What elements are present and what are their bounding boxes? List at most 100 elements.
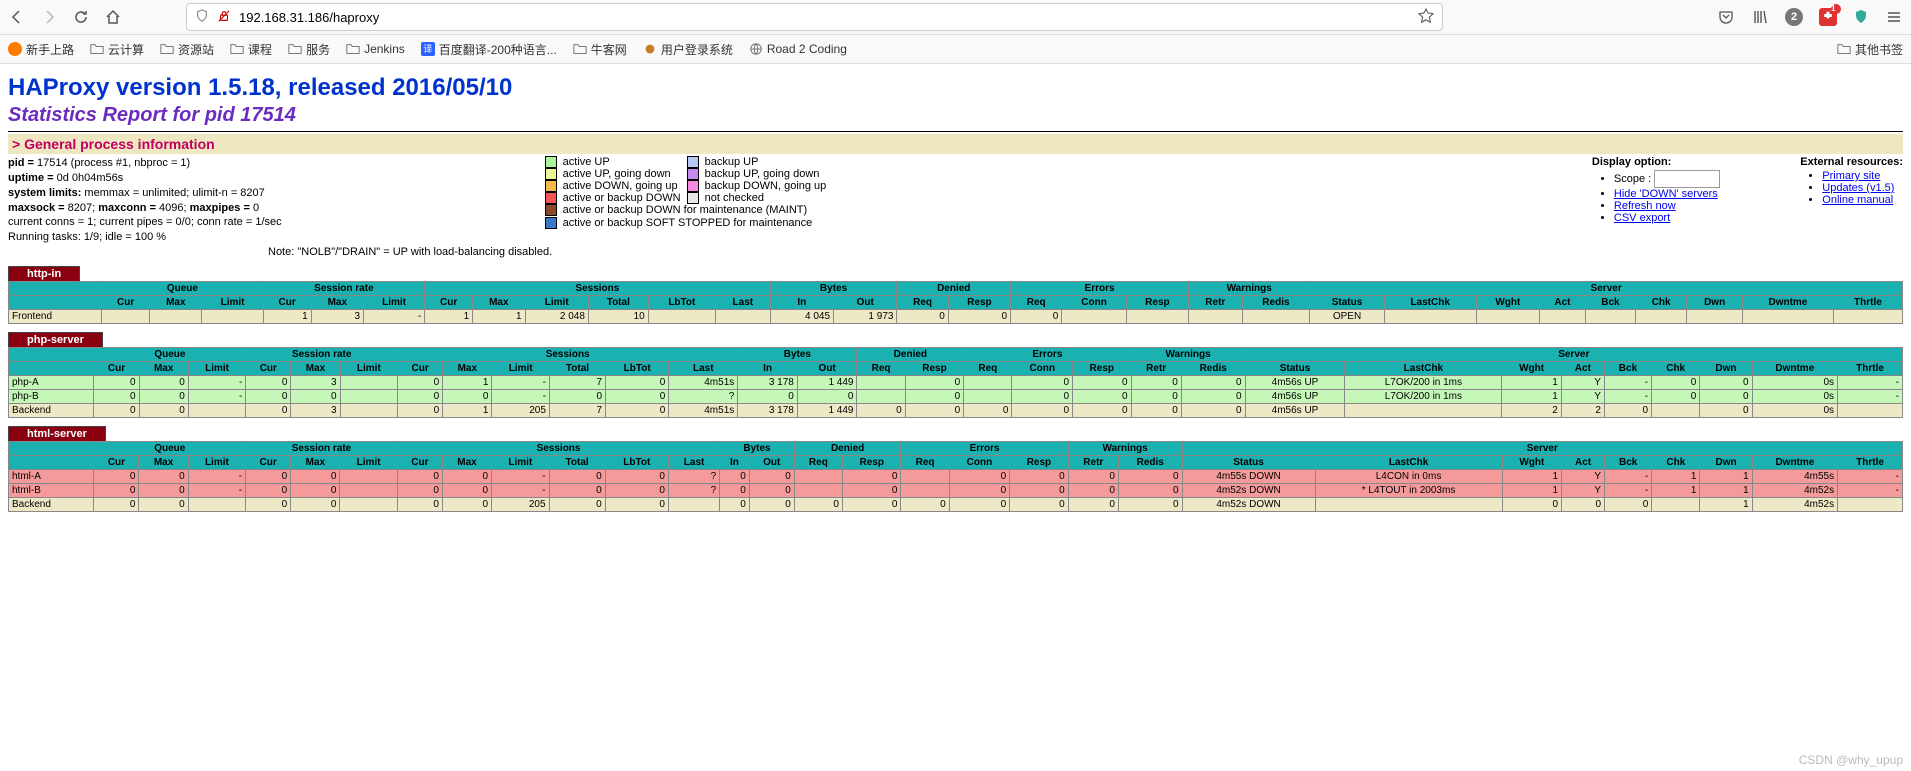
bookmark-7[interactable]: 牛客网	[573, 41, 627, 58]
col-header: Limit	[492, 362, 549, 376]
bookmark-5[interactable]: Jenkins	[346, 42, 405, 56]
cell	[1476, 310, 1539, 324]
col-header: Cur	[397, 456, 442, 470]
cell: 0	[291, 470, 340, 484]
cell: 1	[1502, 484, 1562, 498]
cell: 0	[94, 376, 139, 390]
link-csv[interactable]: CSV export	[1614, 212, 1670, 224]
url-bar[interactable]: 192.168.31.186/haproxy	[186, 3, 1443, 31]
account-badge[interactable]: 2	[1785, 8, 1803, 26]
col-header: Total	[549, 362, 605, 376]
table-row: html-A00-0000-00?00000004m55s DOWNL4CON …	[9, 470, 1903, 484]
col-group	[9, 348, 94, 362]
table-title[interactable]: php-server	[8, 332, 103, 347]
table-html-server: html-server QueueSession rateSessionsByt…	[8, 426, 1903, 512]
menu-icon[interactable]	[1885, 8, 1903, 26]
col-group: Denied	[794, 442, 901, 456]
extension-badge[interactable]: 1	[1819, 8, 1837, 26]
cell: 0	[1118, 498, 1182, 512]
col-header: Limit	[340, 362, 397, 376]
star-icon[interactable]	[1418, 8, 1434, 27]
cell: 1 449	[797, 404, 857, 418]
bookmark-9[interactable]: Road 2 Coding	[749, 42, 847, 56]
nav-back-icon[interactable]	[8, 8, 26, 26]
bookmark-1[interactable]: 云计算	[90, 41, 144, 58]
nav-reload-icon[interactable]	[72, 8, 90, 26]
col-header: Max	[443, 362, 492, 376]
cell: Y	[1562, 470, 1605, 484]
cell: 0	[1011, 310, 1062, 324]
bookmark-8[interactable]: 用户登录系统	[643, 41, 733, 58]
bookmark-6[interactable]: 译百度翻译-200种语言...	[421, 41, 557, 58]
bookmark-2[interactable]: 资源站	[160, 41, 214, 58]
cell	[102, 310, 150, 324]
col-group: Sessions	[397, 442, 719, 456]
col-header: Status	[1182, 456, 1315, 470]
col-header: LbTot	[648, 296, 715, 310]
col-header: Cur	[94, 456, 139, 470]
col-header: Cur	[94, 362, 139, 376]
col-header: Req	[794, 456, 842, 470]
col-header	[9, 362, 94, 376]
cell: 0	[842, 498, 901, 512]
col-header: Chk	[1652, 362, 1700, 376]
cell: 3	[291, 376, 340, 390]
cell: 0	[605, 484, 668, 498]
cell	[1833, 310, 1902, 324]
link-refresh[interactable]: Refresh now	[1614, 200, 1676, 212]
col-header: Resp	[1073, 362, 1132, 376]
link-updates[interactable]: Updates (v1.5)	[1822, 182, 1894, 194]
library-icon[interactable]	[1751, 8, 1769, 26]
cell: 0	[749, 470, 794, 484]
link-manual[interactable]: Online manual	[1822, 194, 1893, 206]
nav-forward-icon[interactable]	[40, 8, 58, 26]
scope-input[interactable]	[1654, 170, 1720, 188]
col-group: Queue	[102, 282, 264, 296]
col-header: Redis	[1181, 362, 1245, 376]
other-bookmarks[interactable]: 其他书签	[1837, 41, 1903, 58]
cell: 1 973	[834, 310, 897, 324]
table-title[interactable]: http-in	[8, 266, 80, 281]
cell: 0	[949, 470, 1010, 484]
cell: -	[1605, 484, 1652, 498]
table-title[interactable]: html-server	[8, 426, 106, 441]
process-info: pid = 17514 (process #1, nbproc = 1) upt…	[8, 156, 282, 245]
col-header: Dwntme	[1752, 362, 1837, 376]
cell	[901, 470, 949, 484]
cell: 0	[842, 470, 901, 484]
col-group: Bytes	[738, 348, 857, 362]
cell: 2 048	[525, 310, 588, 324]
col-group: Warnings	[1189, 282, 1310, 296]
pocket-icon[interactable]	[1717, 8, 1735, 26]
cell	[188, 404, 245, 418]
cell: 0	[1068, 484, 1118, 498]
link-primary[interactable]: Primary site	[1822, 170, 1880, 182]
cell: 0	[139, 404, 188, 418]
nav-home-icon[interactable]	[104, 8, 122, 26]
cell	[340, 498, 397, 512]
protection-icon[interactable]	[1853, 9, 1869, 25]
external-resources: External resources: Primary site Updates…	[1800, 156, 1903, 226]
bookmark-4[interactable]: 服务	[288, 41, 330, 58]
col-header: Dwn	[1700, 456, 1752, 470]
cell: 0	[139, 498, 188, 512]
col-group: Bytes	[770, 282, 897, 296]
cell: 4m55s DOWN	[1182, 470, 1315, 484]
col-header: Limit	[202, 296, 263, 310]
col-header: Cur	[425, 296, 473, 310]
bookmark-0[interactable]: 新手上路	[8, 41, 74, 58]
cell	[901, 484, 949, 498]
cell: 0	[720, 470, 750, 484]
cell: 0	[1652, 376, 1700, 390]
cell: -	[1604, 390, 1651, 404]
col-header: Total	[588, 296, 648, 310]
cell: Y	[1561, 376, 1604, 390]
cell	[1189, 310, 1242, 324]
col-header: In	[738, 362, 798, 376]
bookmark-3[interactable]: 课程	[230, 41, 272, 58]
col-header: Retr	[1131, 362, 1181, 376]
cell: 4m51s	[669, 404, 738, 418]
link-hide-down[interactable]: Hide 'DOWN' servers	[1614, 188, 1718, 200]
table-row: php-B00-0000-00?00000004m56s UPL7OK/200 …	[9, 390, 1903, 404]
table-row: Frontend13-112 048104 0451 973000OPEN	[9, 310, 1903, 324]
